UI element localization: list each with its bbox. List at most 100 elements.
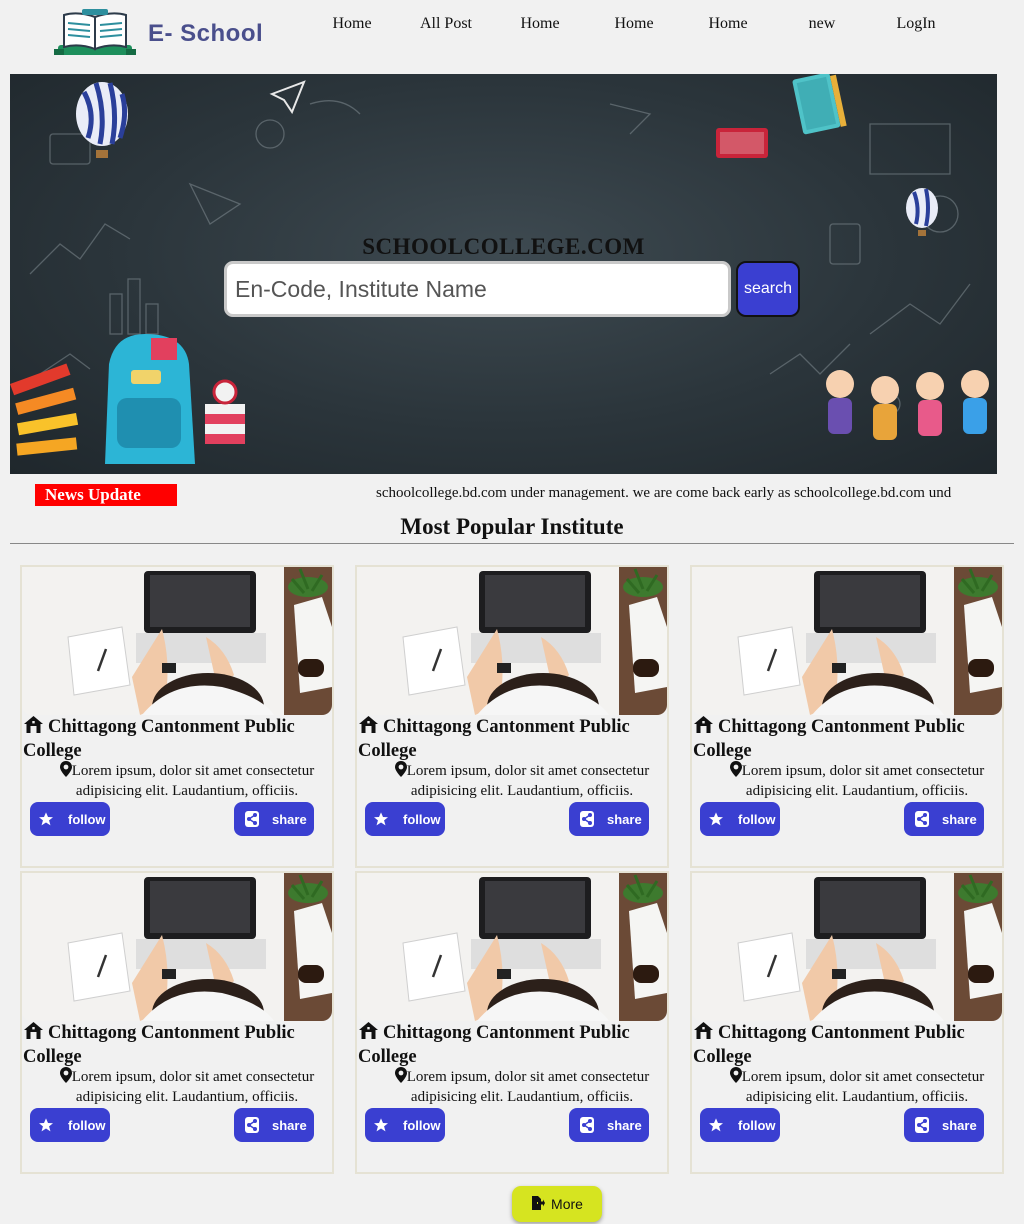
star-icon <box>708 1117 724 1133</box>
map-pin-icon <box>729 761 742 782</box>
map-pin-icon <box>394 1067 407 1088</box>
institute-address: Lorem ipsum, dolor sit amet consectetur … <box>741 1069 985 1105</box>
institute-image <box>22 873 332 1021</box>
follow-button[interactable]: follow <box>30 1108 110 1142</box>
follow-button[interactable]: follow <box>700 802 780 836</box>
follow-label: follow <box>68 1117 106 1133</box>
share-icon <box>914 1117 930 1133</box>
institute-card: Chittagong Cantonment Public College Lor… <box>20 565 334 868</box>
search-input[interactable] <box>224 261 731 317</box>
star-icon <box>373 811 389 827</box>
follow-label: follow <box>68 811 106 827</box>
institute-title: Chittagong Cantonment Public College <box>358 1021 658 1068</box>
share-button[interactable]: share <box>904 802 984 836</box>
follow-button[interactable]: follow <box>365 802 445 836</box>
map-pin-icon <box>59 761 72 782</box>
institute-description: Lorem ipsum, dolor sit amet consectetur … <box>42 761 332 800</box>
share-label: share <box>272 1117 307 1133</box>
follow-label: follow <box>738 1117 776 1133</box>
follow-button[interactable]: follow <box>365 1108 445 1142</box>
follow-label: follow <box>738 811 776 827</box>
share-button[interactable]: share <box>234 1108 314 1142</box>
search-button[interactable]: search <box>736 261 800 317</box>
site-header: E- School Home All Post Home Home Home n… <box>0 0 1024 70</box>
share-button[interactable]: share <box>904 1108 984 1142</box>
institute-description: Lorem ipsum, dolor sit amet consectetur … <box>42 1067 332 1106</box>
nav-all-post[interactable]: All Post <box>399 15 493 33</box>
institute-card: Chittagong Cantonment Public College Lor… <box>690 565 1004 868</box>
share-button[interactable]: share <box>234 802 314 836</box>
more-label: More <box>551 1196 583 1212</box>
institute-card: Chittagong Cantonment Public College Lor… <box>355 565 669 868</box>
institute-card: Chittagong Cantonment Public College Lor… <box>355 871 669 1174</box>
hero-banner: SCHOOLCOLLEGE.COM search <box>10 74 997 474</box>
section-divider <box>10 543 1014 544</box>
logo-text: E- School <box>148 20 264 47</box>
institute-name: Chittagong Cantonment Public College <box>23 1023 295 1067</box>
share-icon <box>244 811 260 827</box>
institute-description: Lorem ipsum, dolor sit amet consectetur … <box>377 1067 667 1106</box>
institute-card: Chittagong Cantonment Public College Lor… <box>20 871 334 1174</box>
section-title: Most Popular Institute <box>400 514 624 539</box>
news-update-label: News Update <box>35 484 177 506</box>
nav-login[interactable]: LogIn <box>869 15 963 33</box>
nav-home-2[interactable]: Home <box>493 15 587 33</box>
hero-title: SCHOOLCOLLEGE.COM <box>362 234 645 259</box>
nav-home-3[interactable]: Home <box>587 15 681 33</box>
institute-address: Lorem ipsum, dolor sit amet consectetur … <box>741 763 985 799</box>
institute-name: Chittagong Cantonment Public College <box>358 1023 630 1067</box>
nav-home[interactable]: Home <box>305 15 399 33</box>
follow-label: follow <box>403 1117 441 1133</box>
institute-description: Lorem ipsum, dolor sit amet consectetur … <box>377 761 667 800</box>
star-icon <box>38 811 54 827</box>
home-icon <box>693 1021 714 1046</box>
institute-description: Lorem ipsum, dolor sit amet consectetur … <box>712 761 1002 800</box>
institute-title: Chittagong Cantonment Public College <box>358 715 658 762</box>
share-button[interactable]: share <box>569 802 649 836</box>
news-bar: News Update schoolcollege.bd.com under m… <box>0 482 1024 508</box>
institute-image <box>357 567 667 715</box>
institute-card: Chittagong Cantonment Public College Lor… <box>690 871 1004 1174</box>
star-icon <box>708 811 724 827</box>
map-pin-icon <box>729 1067 742 1088</box>
institute-title: Chittagong Cantonment Public College <box>23 1021 323 1068</box>
main-nav: Home All Post Home Home Home new LogIn <box>305 15 963 33</box>
institute-address: Lorem ipsum, dolor sit amet consectetur … <box>71 763 315 799</box>
follow-button[interactable]: follow <box>700 1108 780 1142</box>
institute-name: Chittagong Cantonment Public College <box>693 1023 965 1067</box>
institute-image <box>692 567 1002 715</box>
export-icon <box>531 1195 546 1213</box>
institute-title: Chittagong Cantonment Public College <box>23 715 323 762</box>
share-label: share <box>607 1117 642 1133</box>
site-logo[interactable]: E- School <box>52 6 302 62</box>
share-icon <box>244 1117 260 1133</box>
institute-name: Chittagong Cantonment Public College <box>693 717 965 761</box>
star-icon <box>373 1117 389 1133</box>
share-label: share <box>942 1117 977 1133</box>
more-button[interactable]: More <box>512 1186 602 1222</box>
institute-title: Chittagong Cantonment Public College <box>693 1021 993 1068</box>
share-label: share <box>607 811 642 827</box>
institute-address: Lorem ipsum, dolor sit amet consectetur … <box>406 1069 650 1105</box>
home-icon <box>693 715 714 740</box>
institute-image <box>692 873 1002 1021</box>
open-book-icon <box>52 9 138 59</box>
institute-name: Chittagong Cantonment Public College <box>358 717 630 761</box>
institute-name: Chittagong Cantonment Public College <box>23 717 295 761</box>
map-pin-icon <box>59 1067 72 1088</box>
nav-new[interactable]: new <box>775 15 869 33</box>
news-ticker: schoolcollege.bd.com under management. w… <box>376 485 952 501</box>
institute-address: Lorem ipsum, dolor sit amet consectetur … <box>406 763 650 799</box>
share-label: share <box>272 811 307 827</box>
institute-address: Lorem ipsum, dolor sit amet consectetur … <box>71 1069 315 1105</box>
home-icon <box>23 715 44 740</box>
home-icon <box>23 1021 44 1046</box>
share-icon <box>579 1117 595 1133</box>
nav-home-4[interactable]: Home <box>681 15 775 33</box>
follow-button[interactable]: follow <box>30 802 110 836</box>
institute-image <box>22 567 332 715</box>
follow-label: follow <box>403 811 441 827</box>
share-label: share <box>942 811 977 827</box>
home-icon <box>358 715 379 740</box>
share-button[interactable]: share <box>569 1108 649 1142</box>
